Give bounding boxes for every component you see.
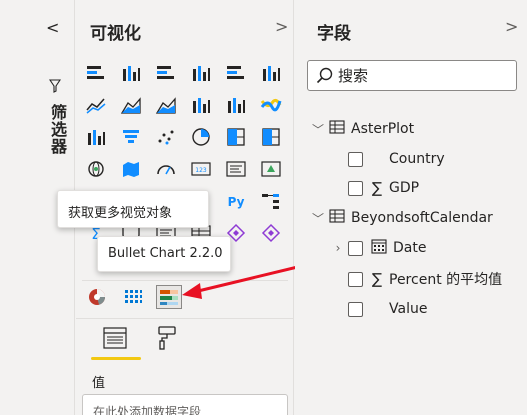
card-icon[interactable]: 123 (189, 158, 213, 180)
clustered-column-icon[interactable] (189, 62, 213, 84)
funnel-icon[interactable] (119, 126, 143, 148)
power-automate-icon[interactable] (259, 222, 283, 244)
multi-row-card-icon[interactable] (224, 158, 248, 180)
search-icon (316, 67, 334, 89)
aster-plot-icon[interactable] (85, 286, 109, 308)
map-icon[interactable] (259, 126, 283, 148)
field-name: Country (389, 151, 445, 167)
sigma-icon: ∑ (371, 179, 383, 197)
chevron-down-icon[interactable]: ﹀ (311, 121, 325, 138)
gauge-icon[interactable] (154, 158, 178, 180)
field-checkbox[interactable] (348, 151, 363, 167)
get-more-visuals-tooltip: 获取更多视觉对象 (57, 190, 209, 228)
filter-funnel-icon (48, 78, 62, 97)
python-visual-icon[interactable]: Py (224, 190, 248, 212)
field-checkbox[interactable] (348, 271, 363, 287)
visualizations-collapse-button[interactable]: > (275, 17, 288, 36)
table-name: AsterPlot (351, 121, 415, 137)
svg-text:123: 123 (195, 167, 207, 174)
100-stacked-bar-icon[interactable] (224, 62, 248, 84)
fields-collapse-button[interactable]: > (505, 17, 518, 36)
field-row-country[interactable]: Country (348, 147, 445, 171)
calendar-visual-icon[interactable] (121, 286, 145, 308)
table-row-asterplot[interactable]: ﹀ AsterPlot (311, 117, 414, 141)
pie-icon[interactable] (189, 126, 213, 148)
field-checkbox[interactable] (348, 301, 363, 317)
kpi-icon[interactable] (259, 158, 283, 180)
filled-map-icon[interactable] (119, 158, 143, 180)
waterfall-icon[interactable] (84, 126, 108, 148)
svg-text:Py: Py (228, 195, 245, 209)
line-stacked-column-icon[interactable] (224, 94, 248, 116)
line-column-icon[interactable] (189, 94, 213, 116)
values-well-label: 值 (92, 376, 106, 391)
table-icon (329, 209, 345, 227)
bullet-chart-icon[interactable] (156, 285, 182, 309)
chevron-down-icon[interactable]: ﹀ (311, 210, 325, 227)
clustered-bar-icon[interactable] (154, 62, 178, 84)
field-name: GDP (389, 180, 420, 196)
treemap-icon[interactable] (224, 126, 248, 148)
fields-pane: 字段 > ﹀ AsterPlot Country ∑ GDP ﹀ Beyonds… (295, 0, 527, 415)
filters-expand-button[interactable]: < (46, 18, 59, 37)
scatter-icon[interactable] (154, 126, 178, 148)
visualizations-title: 可视化 (90, 24, 141, 44)
active-tab-indicator (91, 357, 141, 360)
field-name: Value (389, 301, 428, 317)
field-row-value[interactable]: Value (348, 297, 427, 321)
area-chart-icon[interactable] (119, 94, 143, 116)
table-icon (329, 120, 345, 138)
field-checkbox[interactable] (348, 180, 363, 196)
build-visual-tabs (76, 318, 294, 362)
stacked-area-icon[interactable] (154, 94, 178, 116)
key-influencers-icon[interactable] (259, 190, 283, 212)
values-drop-zone[interactable]: 在此处添加数据字段 (82, 394, 288, 415)
field-row-gdp[interactable]: ∑ GDP (348, 176, 419, 200)
fields-well-tab-icon[interactable] (102, 325, 128, 355)
table-row-beyondsoftcalendar[interactable]: ﹀ BeyondsoftCalendar (311, 206, 493, 230)
table-name: BeyondsoftCalendar (351, 210, 493, 226)
globe-icon[interactable] (84, 158, 108, 180)
field-checkbox[interactable] (348, 240, 363, 256)
line-chart-icon[interactable] (84, 94, 108, 116)
filters-pane-label[interactable]: 筛选器 (45, 104, 69, 155)
field-name: Percent 的平均值 (389, 272, 503, 288)
field-name: Date (393, 240, 427, 256)
sigma-icon: ∑ (371, 270, 383, 288)
search-box[interactable] (307, 60, 517, 91)
field-row-percent-avg[interactable]: ∑ Percent 的平均值 (348, 267, 502, 291)
stacked-bar-icon[interactable] (84, 62, 108, 84)
fields-title: 字段 (317, 24, 351, 44)
search-input[interactable] (338, 65, 508, 87)
format-paint-roller-icon[interactable] (156, 325, 178, 355)
chevron-right-icon[interactable]: › (331, 241, 345, 255)
calendar-icon (371, 238, 387, 258)
ribbon-chart-icon[interactable] (259, 94, 283, 116)
field-row-date[interactable]: › Date (331, 236, 426, 260)
stacked-column-icon[interactable] (119, 62, 143, 84)
100-stacked-column-icon[interactable] (259, 62, 283, 84)
